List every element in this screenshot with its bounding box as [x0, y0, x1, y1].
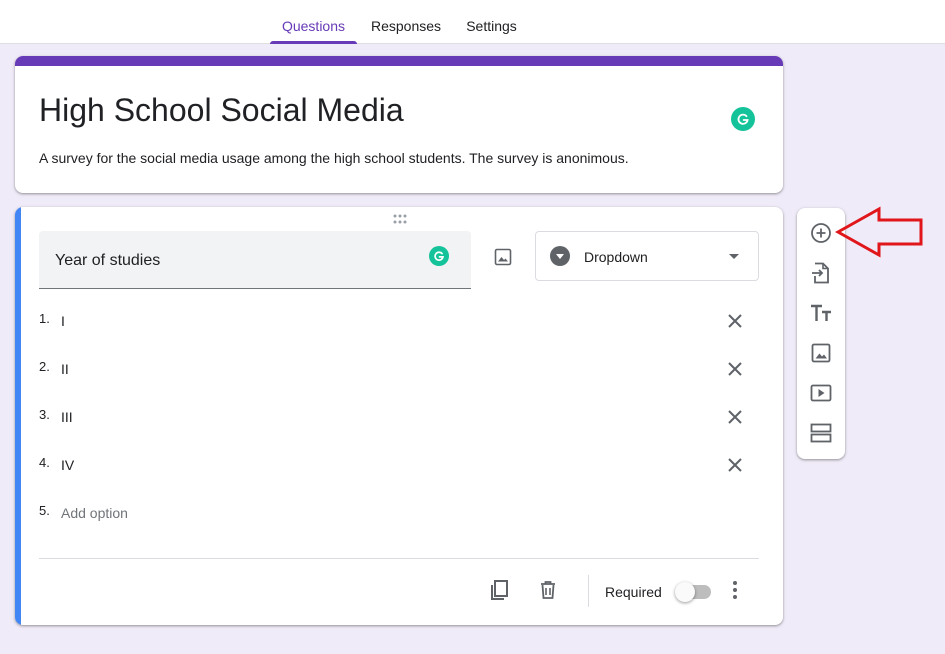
- import-questions-button[interactable]: [809, 261, 833, 285]
- add-question-icon: [811, 223, 831, 243]
- close-icon: [728, 458, 742, 472]
- question-card[interactable]: Year of studies Dropdown 1. I 2. II 3. I…: [15, 207, 783, 625]
- close-icon: [728, 410, 742, 424]
- option-number: 2.: [39, 359, 50, 374]
- add-question-button[interactable]: [809, 221, 833, 245]
- list-item: 2. II: [39, 357, 759, 387]
- list-item: 4. IV: [39, 453, 759, 483]
- close-icon: [728, 314, 742, 328]
- copy-icon: [491, 580, 508, 600]
- top-tab-bar: Questions Responses Settings: [0, 0, 945, 44]
- tab-questions-label: Questions: [281, 18, 346, 34]
- add-section-button[interactable]: [809, 421, 833, 445]
- option-label[interactable]: IV: [61, 457, 74, 473]
- add-image-to-question-button[interactable]: [489, 243, 517, 271]
- drag-handle-icon[interactable]: [392, 214, 408, 224]
- grammarly-icon[interactable]: [731, 107, 755, 131]
- grammarly-icon[interactable]: [429, 246, 449, 266]
- add-image-icon: [811, 343, 831, 363]
- remove-option-button[interactable]: [723, 405, 747, 429]
- title-card-accent-bar: [15, 56, 783, 66]
- toggle-knob: [675, 582, 695, 602]
- option-number: 3.: [39, 407, 50, 422]
- option-label[interactable]: III: [61, 409, 73, 425]
- chevron-down-icon: [729, 254, 739, 259]
- question-type-label: Dropdown: [584, 249, 648, 265]
- tab-settings-label: Settings: [466, 18, 517, 34]
- question-title-input[interactable]: Year of studies: [39, 231, 471, 289]
- active-question-indicator: [15, 207, 21, 625]
- footer-divider: [39, 558, 759, 559]
- add-title-description-icon: [811, 304, 831, 321]
- duplicate-button[interactable]: [487, 578, 511, 602]
- remove-option-button[interactable]: [723, 309, 747, 333]
- option-label[interactable]: I: [61, 313, 65, 329]
- tab-settings[interactable]: Settings: [460, 0, 523, 44]
- tab-responses[interactable]: Responses: [366, 0, 446, 44]
- list-item: 3. III: [39, 405, 759, 435]
- add-title-description-button[interactable]: [809, 301, 833, 325]
- form-title[interactable]: High School Social Media: [39, 90, 404, 130]
- form-description[interactable]: A survey for the social media usage amon…: [39, 149, 629, 167]
- footer-vertical-divider: [588, 575, 589, 607]
- required-toggle[interactable]: [675, 582, 711, 602]
- question-type-dropdown[interactable]: Dropdown: [535, 231, 759, 281]
- option-number: 1.: [39, 311, 50, 326]
- remove-option-button[interactable]: [723, 453, 747, 477]
- tab-questions[interactable]: Questions: [270, 0, 357, 44]
- delete-button[interactable]: [536, 578, 560, 602]
- trash-icon: [541, 581, 555, 599]
- form-title-card: High School Social Media A survey for th…: [15, 56, 783, 193]
- add-video-icon: [810, 384, 832, 402]
- more-vert-icon: [733, 581, 737, 599]
- image-icon: [494, 248, 512, 266]
- option-label[interactable]: II: [61, 361, 69, 377]
- dropdown-type-icon: [550, 246, 570, 266]
- question-title-text: Year of studies: [55, 252, 161, 269]
- add-option-row: 5. Add option: [39, 501, 759, 531]
- list-item: 1. I: [39, 309, 759, 339]
- active-tab-indicator: [270, 41, 357, 44]
- option-number: 5.: [39, 503, 50, 518]
- tab-responses-label: Responses: [370, 18, 442, 34]
- close-icon: [728, 362, 742, 376]
- option-number: 4.: [39, 455, 50, 470]
- add-image-button[interactable]: [809, 341, 833, 365]
- add-option-link[interactable]: Add option: [61, 505, 128, 521]
- more-options-button[interactable]: [723, 578, 747, 602]
- required-label: Required: [605, 584, 662, 600]
- add-video-button[interactable]: [809, 381, 833, 405]
- annotation-arrow-icon: [835, 206, 923, 258]
- remove-option-button[interactable]: [723, 357, 747, 381]
- import-questions-icon: [812, 262, 829, 284]
- add-section-icon: [810, 423, 832, 443]
